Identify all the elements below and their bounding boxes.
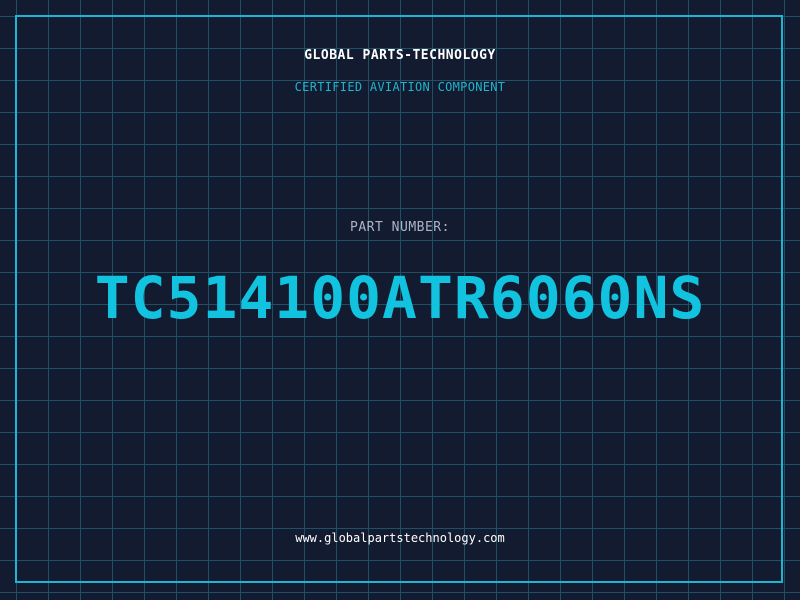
company-name: GLOBAL PARTS-TECHNOLOGY [304, 48, 496, 63]
label-canvas: GLOBAL PARTS-TECHNOLOGY CERTIFIED AVIATI… [0, 0, 800, 600]
part-number-label: PART NUMBER: [350, 220, 450, 235]
website-url: www.globalpartstechnology.com [295, 531, 505, 545]
certification-tagline: CERTIFIED AVIATION COMPONENT [294, 80, 506, 94]
part-number-value: TC514100ATR6060NS [94, 264, 706, 332]
